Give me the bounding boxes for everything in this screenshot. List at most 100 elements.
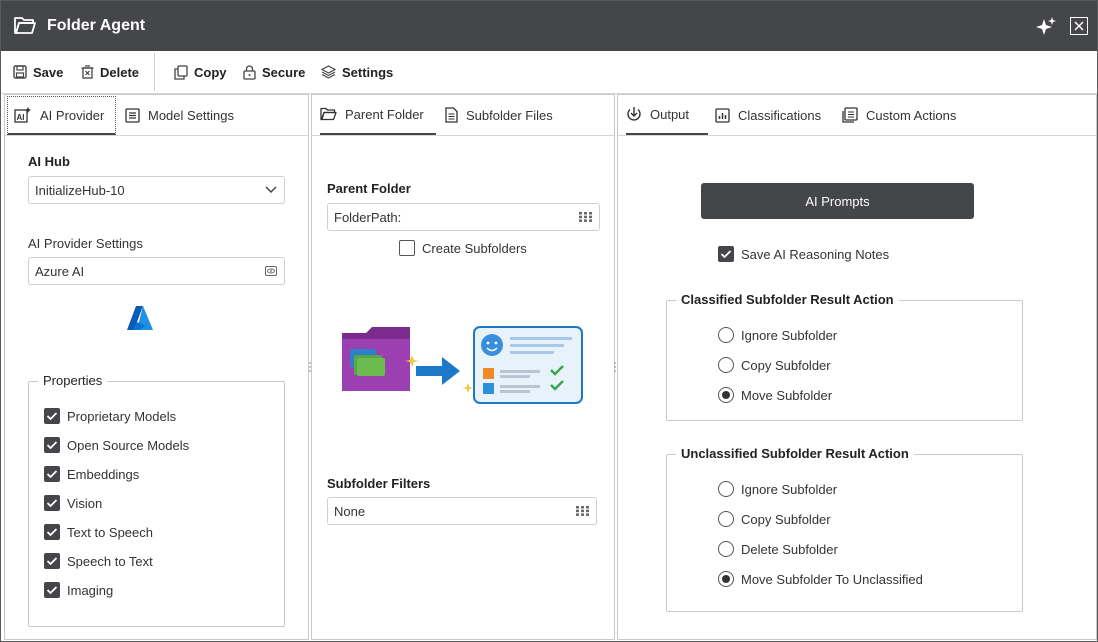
tab-parent-folder-label: Parent Folder [345,106,424,122]
tab-model-settings[interactable]: Model Settings [125,95,234,135]
checkbox-checked-icon [44,408,60,424]
checkbox-checked-icon [44,437,60,453]
subfolder-filters-value: None [334,503,366,519]
save-reasoning-label: Save AI Reasoning Notes [741,246,890,262]
grid-icon[interactable] [576,506,589,516]
provider-settings-field[interactable]: Azure AI [28,257,285,285]
save-label: Save [33,64,64,80]
radio-label: Move Subfolder [741,387,833,403]
checkbox-open-source-models[interactable]: Open Source Models [44,437,189,453]
parent-folder-value: FolderPath: [334,209,402,225]
radio-unclassified-move[interactable]: Move Subfolder To Unclassified [718,571,923,587]
tab-subfolder-files-label: Subfolder Files [466,107,553,123]
checkbox-label: Embeddings [67,466,140,482]
window-title: Folder Agent [47,17,146,34]
tab-subfolder-files[interactable]: Subfolder Files [445,95,553,135]
checkbox-checked-icon [44,495,60,511]
settings-button[interactable]: Settings [321,51,393,93]
radio-unclassified-ignore[interactable]: Ignore Subfolder [718,481,837,497]
view-icon[interactable] [265,266,277,276]
copy-button[interactable]: Copy [174,51,227,93]
tab-custom-actions[interactable]: Custom Actions [842,95,956,135]
tab-ai-provider-label: AI Provider [40,107,105,123]
chevron-down-icon [265,186,277,194]
unclassified-action-group: Unclassified Subfolder Result Action [666,446,1023,612]
radio-selected-icon [718,387,734,403]
checkbox-unchecked-icon [399,240,415,256]
checkbox-imaging[interactable]: Imaging [44,582,113,598]
radio-label: Copy Subfolder [741,357,831,373]
checkbox-text-to-speech[interactable]: Text to Speech [44,524,153,540]
list-icon [125,107,140,123]
layers-icon [321,65,336,79]
save-button[interactable]: Save [13,51,63,93]
close-icon[interactable] [1070,17,1088,35]
download-circle-icon [627,107,641,121]
tab-parent-folder[interactable]: Parent Folder [320,95,436,135]
parent-folder-field[interactable]: FolderPath: [327,203,600,231]
ai-sparkle-icon[interactable] [1036,17,1056,37]
delete-button[interactable]: Delete [81,51,139,93]
radio-label: Delete Subfolder [741,541,838,557]
save-icon [13,65,27,79]
checkbox-embeddings[interactable]: Embeddings [44,466,139,482]
checkbox-checked-icon [44,582,60,598]
folder-panel: Parent Folder Subfolder Files Parent Fol… [311,94,615,640]
copy-icon [174,64,188,80]
properties-legend: Properties [38,373,108,388]
ai-hub-dropdown[interactable]: InitializeHub-10 [28,176,285,204]
radio-label: Move Subfolder To Unclassified [741,571,923,587]
checkbox-label: Imaging [67,582,114,598]
tab-classifications-label: Classifications [738,107,822,123]
copy-label: Copy [194,64,227,80]
azure-logo-icon [127,306,153,330]
checkbox-checked-icon [44,466,60,482]
tab-classifications[interactable]: Classifications [715,95,821,135]
toolbar: Save Delete Copy Secure Settings [1,51,1097,94]
checkbox-checked-icon [44,524,60,540]
ai-hub-value: InitializeHub-10 [35,182,125,198]
radio-unselected-icon [718,327,734,343]
radio-unclassified-delete[interactable]: Delete Subfolder [718,541,838,557]
provider-settings-label: AI Provider Settings [28,236,143,251]
output-panel: Output Classifications Custom Actions AI… [617,94,1097,640]
tab-ai-provider[interactable]: AI AI Provider [7,96,116,135]
checkbox-save-reasoning-notes[interactable]: Save AI Reasoning Notes [718,246,889,262]
create-subfolders-label: Create Subfolders [422,240,527,256]
radio-classified-ignore[interactable]: Ignore Subfolder [718,327,837,343]
radio-classified-move[interactable]: Move Subfolder [718,387,832,403]
checkbox-label: Speech to Text [67,553,153,569]
classified-legend: Classified Subfolder Result Action [676,292,899,307]
grid-icon[interactable] [579,212,592,222]
radio-classified-copy[interactable]: Copy Subfolder [718,357,831,373]
checkbox-speech-to-text[interactable]: Speech to Text [44,553,153,569]
subfolder-filters-label: Subfolder Filters [327,476,431,491]
radio-unselected-icon [718,481,734,497]
svg-text:AI: AI [17,113,25,122]
ai-prompts-button[interactable]: AI Prompts [701,183,974,219]
radio-label: Ignore Subfolder [741,481,838,497]
checkbox-checked-icon [44,553,60,569]
stacked-list-icon [842,107,858,123]
secure-button[interactable]: Secure [243,51,305,93]
tab-output-label: Output [650,106,690,122]
subfolder-filters-field[interactable]: None [327,497,597,525]
checkbox-label: Open Source Models [67,437,190,453]
radio-selected-icon [718,571,734,587]
checkbox-label: Proprietary Models [67,408,177,424]
radio-unclassified-copy[interactable]: Copy Subfolder [718,511,831,527]
unclassified-legend: Unclassified Subfolder Result Action [676,446,914,461]
checkbox-proprietary-models[interactable]: Proprietary Models [44,408,176,424]
parent-folder-label: Parent Folder [327,181,411,196]
splitter-handle-left[interactable] [308,361,312,373]
delete-icon [81,65,94,79]
radio-unselected-icon [718,511,734,527]
checkbox-vision[interactable]: Vision [44,495,102,511]
checkbox-label: Vision [67,495,103,511]
checkbox-create-subfolders[interactable]: Create Subfolders [399,240,527,256]
title-bar: Folder Agent [1,1,1097,51]
radio-label: Ignore Subfolder [741,327,838,343]
splitter-handle-right[interactable] [613,361,617,373]
folder-agent-window: Folder Agent Save Delete Copy Secure Set… [0,0,1098,642]
tab-output[interactable]: Output [626,95,708,135]
